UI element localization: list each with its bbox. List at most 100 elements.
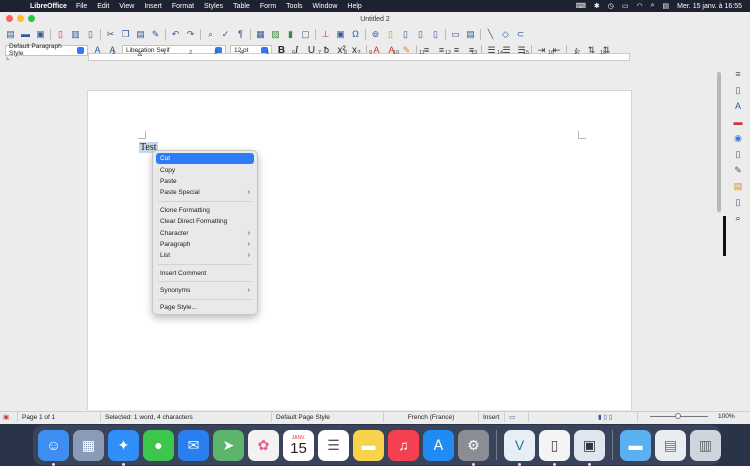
insert-special-character-icon[interactable]: Ω	[350, 29, 361, 40]
insert-footnote-icon[interactable]: ▯	[385, 29, 396, 40]
vertical-scrollbar[interactable]	[716, 66, 722, 410]
time-machine-icon[interactable]: ◷	[608, 2, 614, 10]
cut-icon[interactable]: ✂	[105, 29, 116, 40]
page-count[interactable]: Page 1 of 1	[18, 412, 101, 422]
insert-image-icon[interactable]: ▨	[270, 29, 281, 40]
page-icon[interactable]: ▯	[732, 148, 744, 160]
insert-chart-icon[interactable]: ▮	[285, 29, 296, 40]
open-folder-icon[interactable]: ▬	[20, 29, 31, 40]
veracrypt-icon[interactable]: V	[504, 429, 535, 466]
styles-icon[interactable]: A	[732, 100, 744, 112]
sidebar-collapse-handle[interactable]	[723, 216, 726, 256]
search-icon[interactable]: ⌕	[651, 2, 655, 10]
print-icon[interactable]: ▥	[70, 29, 81, 40]
redo-icon[interactable]: ↷	[185, 29, 196, 40]
battery-icon[interactable]: ▭	[622, 2, 629, 10]
menu-styles[interactable]: Styles	[204, 3, 223, 10]
menu-edit[interactable]: Edit	[97, 3, 109, 10]
libreoffice-icon[interactable]: ▯	[539, 429, 570, 466]
context-menu-cut[interactable]: Cut	[156, 153, 254, 165]
context-menu-copy[interactable]: Copy	[156, 164, 254, 175]
clone-formatting-icon[interactable]: ✎	[150, 29, 161, 40]
context-menu-character[interactable]: Character ›	[156, 227, 254, 238]
menu-file[interactable]: File	[76, 3, 87, 10]
insert-page-break-icon[interactable]: ⊥	[320, 29, 331, 40]
finder-icon[interactable]: ☺	[38, 429, 69, 466]
page-style-status[interactable]: Default Page Style	[272, 412, 384, 422]
insert-field-icon[interactable]: ▣	[335, 29, 346, 40]
insert-table-icon[interactable]: ▦	[255, 29, 266, 40]
basic-shapes-icon[interactable]: ◇	[500, 29, 511, 40]
manage-changes-icon[interactable]: ▤	[732, 180, 744, 192]
menu-tools[interactable]: Tools	[286, 3, 302, 10]
save-icon[interactable]: ▣	[35, 29, 46, 40]
app-menu[interactable]: LibreOffice	[30, 3, 67, 10]
selection-mode-icon[interactable]: ▭	[505, 412, 529, 422]
insert-comment-icon[interactable]: ▭	[450, 29, 461, 40]
view-layout-icons[interactable]: ▮ ▯ ▯	[594, 412, 638, 422]
photos-icon[interactable]: ✿	[248, 429, 279, 461]
horizontal-ruler[interactable]: ⌞ 1 ⧖ 1 2 3 4 5 6 7 8 9 10 11 12 13 14 1…	[0, 49, 750, 64]
insert-link-icon[interactable]: ⊂	[515, 29, 526, 40]
formatting-marks-icon[interactable]: ¶	[235, 29, 246, 40]
save-status-icon[interactable]: ▣	[0, 412, 18, 422]
documents-stack-icon[interactable]: ▤	[655, 429, 686, 461]
downloads-folder-icon[interactable]: ▬	[620, 429, 651, 461]
system-settings-icon[interactable]: ⚙	[458, 429, 489, 466]
menu-format[interactable]: Format	[172, 3, 194, 10]
export-pdf-icon[interactable]: ▯	[55, 29, 66, 40]
copy-icon[interactable]: ❐	[120, 29, 131, 40]
trash-icon[interactable]: ▥	[690, 429, 721, 461]
app-store-icon[interactable]: Ａ	[423, 429, 454, 461]
document-canvas[interactable]: Test	[0, 64, 722, 410]
wifi-icon[interactable]: ◠	[636, 2, 642, 10]
insert-cross-reference-icon[interactable]: ▯	[430, 29, 441, 40]
insert-bookmark-icon[interactable]: ▯	[415, 29, 426, 40]
menu-window[interactable]: Window	[313, 3, 338, 10]
tab-stop-type-icon[interactable]: ⌞	[6, 52, 10, 61]
mail-icon[interactable]: ✉	[178, 429, 209, 461]
language-status[interactable]: French (France)	[384, 412, 479, 422]
safari-icon[interactable]: ✦	[108, 429, 139, 466]
insert-line-icon[interactable]: ╲	[485, 29, 496, 40]
navigator-icon[interactable]: ◉	[732, 132, 744, 144]
keyboard-icon[interactable]: ⌨	[576, 2, 586, 10]
context-menu-clone-formatting[interactable]: Clone Formatting	[156, 205, 254, 216]
reminders-icon[interactable]: ☰	[318, 429, 349, 461]
context-menu-list[interactable]: List ›	[156, 250, 254, 261]
maps-icon[interactable]: ➤	[213, 429, 244, 461]
paste-icon[interactable]: ▤	[135, 29, 146, 40]
undo-icon[interactable]: ↶	[170, 29, 181, 40]
context-menu-clear-direct-formatting[interactable]: Clear Direct Formatting	[156, 216, 254, 227]
context-menu-paragraph[interactable]: Paragraph ›	[156, 239, 254, 250]
word-count[interactable]: Selected: 1 word, 4 characters	[101, 412, 272, 422]
bluetooth-icon[interactable]: ✱	[594, 2, 600, 10]
launchpad-icon[interactable]: ▦	[73, 429, 104, 461]
track-changes-icon[interactable]: ▤	[465, 29, 476, 40]
insert-textbox-icon[interactable]: ▢	[300, 29, 311, 40]
preview-icon[interactable]: ▣	[574, 429, 605, 466]
insert-endnote-icon[interactable]: ▯	[400, 29, 411, 40]
spelling-icon[interactable]: ✓	[220, 29, 231, 40]
context-menu-page-style[interactable]: Page Style...	[156, 302, 254, 313]
properties-icon[interactable]: ▯	[732, 84, 744, 96]
context-menu-paste[interactable]: Paste	[156, 176, 254, 187]
find-replace-icon[interactable]: ⌕	[205, 29, 216, 40]
close-window-button[interactable]	[6, 15, 13, 22]
context-menu-paste-special[interactable]: Paste Special ›	[156, 187, 254, 198]
zoom-window-button[interactable]	[28, 15, 35, 22]
print-preview-icon[interactable]: ▯	[85, 29, 96, 40]
insert-hyperlink-icon[interactable]: ⊚	[370, 29, 381, 40]
menu-table[interactable]: Table	[233, 3, 250, 10]
menu-insert[interactable]: Insert	[144, 3, 162, 10]
sidebar-menu-icon[interactable]: ≡	[732, 68, 744, 80]
design-icon[interactable]: ▯	[732, 196, 744, 208]
context-menu-synonyms[interactable]: Synonyms ›	[156, 285, 254, 296]
scrollbar-thumb[interactable]	[717, 72, 721, 212]
new-document-icon[interactable]: ▤	[5, 29, 16, 40]
control-center-icon[interactable]: ▤	[663, 2, 670, 10]
menu-view[interactable]: View	[119, 3, 134, 10]
messages-icon[interactable]: ●	[143, 429, 174, 461]
minimize-window-button[interactable]	[17, 15, 24, 22]
menu-help[interactable]: Help	[347, 3, 361, 10]
